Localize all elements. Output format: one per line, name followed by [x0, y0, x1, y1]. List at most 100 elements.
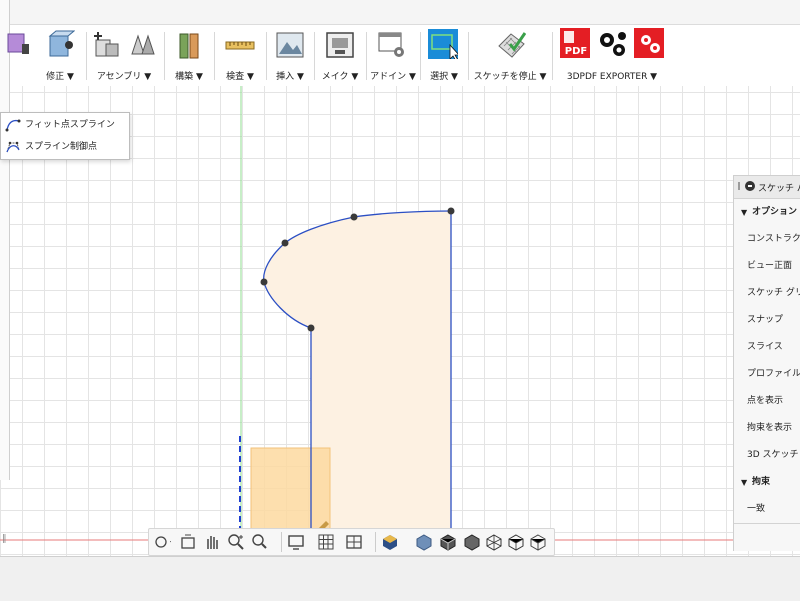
look-at-icon[interactable]	[179, 533, 197, 551]
assemble-label: アセンブリ ▼	[96, 72, 152, 82]
make-label: メイク ▼	[321, 72, 359, 82]
collapse-triangle-icon: ▼	[741, 478, 748, 487]
addins-group[interactable]: アドイン ▼	[368, 24, 418, 84]
control-point-spline-icon	[6, 141, 20, 153]
toolbar-separator	[86, 32, 87, 80]
settings-gears-icon	[600, 32, 626, 56]
nav-separator	[375, 532, 376, 552]
spline-point	[260, 278, 268, 286]
inspect-group[interactable]: 検査 ▼	[216, 24, 264, 84]
finish-sketch-icon	[498, 32, 526, 58]
toolbar-separator	[366, 32, 367, 80]
menu-item-fit-point-spline[interactable]: フィット点スプライン	[5, 116, 125, 134]
3d-print-icon	[326, 32, 354, 58]
spline-point	[307, 324, 315, 332]
timeline-handle-icon[interactable]: ‖	[2, 534, 7, 544]
new-component-icon	[94, 32, 119, 57]
options-section-header[interactable]: ▼ オプション	[734, 199, 800, 226]
toolbar-separator	[314, 32, 315, 80]
collapse-triangle-icon: ▼	[741, 208, 748, 217]
nav-separator	[281, 532, 282, 552]
visible-edges-icon[interactable]	[529, 533, 547, 551]
modify-group[interactable]: 修正 ▼	[36, 24, 84, 84]
inspect-label: 検査 ▼	[226, 72, 254, 82]
option-show-points[interactable]: 点を表示	[734, 388, 800, 415]
palette-header[interactable]: ‖ スケッチ パレ	[734, 176, 800, 199]
wireframe-icon[interactable]	[507, 533, 525, 551]
assemble-group[interactable]: アセンブリ ▼	[88, 24, 160, 84]
options-section-title: オプション	[752, 207, 798, 217]
3dpdf-export-icon	[634, 28, 664, 58]
display-settings-icon[interactable]	[287, 533, 305, 551]
option-label: スケッチ グリッド	[747, 288, 800, 298]
toolbar-separator	[552, 32, 553, 80]
shaded-edges-icon[interactable]	[439, 533, 457, 551]
constraint-label: 一致	[747, 504, 766, 514]
shaded-view-icon[interactable]	[415, 533, 433, 551]
sketch-palette: ‖ スケッチ パレ ▼ オプション コンストラクション ビュー正面 スケッチ グ…	[733, 175, 800, 551]
wireframe-hidden-icon[interactable]	[485, 533, 503, 551]
3dpdf-exporter-label: 3DPDF EXPORTER ▼	[566, 72, 658, 82]
insert-label: 挿入 ▼	[276, 72, 304, 82]
option-look-at[interactable]: ビュー正面	[734, 253, 800, 280]
option-label: ビュー正面	[747, 261, 793, 271]
svg-text:PDF: PDF	[565, 46, 587, 57]
3dpdf-exporter-group[interactable]: PDF 3DPDF EXPORTER ▼	[554, 24, 670, 84]
option-label: スナップ	[747, 315, 784, 325]
orbit-icon[interactable]	[153, 533, 171, 551]
selection-box	[250, 447, 331, 537]
option-label: プロファイルを表示	[747, 369, 800, 379]
option-label: スライス	[747, 342, 783, 352]
select-group[interactable]: 選択 ▼	[422, 24, 466, 84]
construct-group[interactable]: 構築 ▼	[166, 24, 212, 84]
menu-item-control-point-spline[interactable]: スプライン制御点	[5, 138, 125, 156]
toolbar-separator	[214, 32, 215, 80]
option-label: 拘束を表示	[747, 423, 793, 433]
select-icon	[428, 29, 458, 59]
addins-label: アドイン ▼	[370, 72, 416, 82]
finish-sketch-group[interactable]: スケッチを停止 ▼	[470, 24, 550, 84]
environment-icon[interactable]	[381, 533, 399, 551]
grid-settings-icon[interactable]	[317, 533, 335, 551]
3dpdf-icon: PDF	[560, 28, 590, 58]
option-slice[interactable]: スライス	[734, 334, 800, 361]
constraints-section-title: 拘束	[752, 477, 771, 487]
make-group[interactable]: メイク ▼	[316, 24, 364, 84]
option-label: コンストラクション	[747, 234, 800, 244]
constraint-coincident[interactable]: 一致	[734, 496, 800, 523]
finish-sketch-label: スケッチを停止 ▼	[473, 72, 547, 82]
spline-point	[447, 207, 455, 215]
hidden-edges-icon[interactable]	[463, 533, 481, 551]
toolbar-separator	[468, 32, 469, 80]
toolbar-separator	[164, 32, 165, 80]
menu-item-label: フィット点スプライン	[25, 120, 115, 130]
minimize-icon-bar	[748, 185, 752, 187]
option-3d-sketch[interactable]: 3D スケッチ	[734, 442, 800, 469]
spline-point	[281, 239, 289, 247]
spline-point	[350, 213, 358, 221]
option-snap[interactable]: スナップ	[734, 307, 800, 334]
option-show-constraints[interactable]: 拘束を表示	[734, 415, 800, 442]
press-pull-icon	[48, 30, 75, 57]
pan-icon[interactable]	[203, 533, 221, 551]
toolbar-separator	[266, 32, 267, 80]
insert-group[interactable]: 挿入 ▼	[268, 24, 312, 84]
option-label: 3D スケッチ	[747, 450, 799, 460]
option-sketch-grid[interactable]: スケッチ グリッド	[734, 280, 800, 307]
navigation-bar	[148, 528, 555, 556]
select-label: 選択 ▼	[430, 72, 458, 82]
fit-zoom-icon[interactable]	[251, 533, 269, 551]
palette-divider	[734, 523, 800, 524]
modify-label: 修正 ▼	[46, 72, 74, 82]
option-construction[interactable]: コンストラクション	[734, 226, 800, 253]
collapse-handle-icon[interactable]: ‖	[737, 181, 741, 190]
palette-title: スケッチ パレ	[758, 184, 800, 194]
spline-dropdown-menu: フィット点スプライン スプライン制御点	[0, 112, 130, 160]
viewports-icon[interactable]	[345, 533, 363, 551]
insert-image-icon	[276, 32, 304, 58]
zoom-icon[interactable]	[227, 533, 245, 551]
sketch-create-icon[interactable]	[6, 30, 30, 58]
option-show-profile[interactable]: プロファイルを表示	[734, 361, 800, 388]
status-bar	[0, 556, 800, 601]
constraints-section-header[interactable]: ▼ 拘束	[734, 469, 800, 496]
